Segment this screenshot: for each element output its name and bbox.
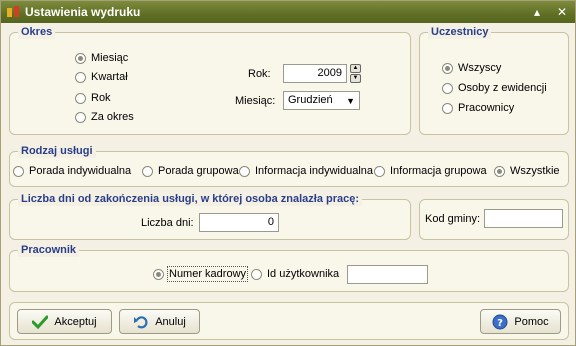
- radio-dot: [494, 165, 505, 177]
- spin-up-icon[interactable]: ▲: [350, 64, 361, 73]
- radio-label: Pracownicy: [458, 102, 515, 114]
- radio-label: Rok: [91, 92, 111, 104]
- cancel-button[interactable]: Anuluj: [119, 309, 200, 334]
- print-settings-dialog: Ustawienia wydruku ▴ ✕ Okres Miesiąc Kwa…: [0, 0, 576, 346]
- radio-rok[interactable]: Rok: [75, 92, 111, 104]
- radio-label: Wszystkie: [510, 165, 560, 177]
- kod-gminy-input[interactable]: [484, 209, 563, 228]
- radio-label: Kwartał: [91, 71, 128, 83]
- accept-label: Akceptuj: [54, 315, 97, 328]
- liczba-dni-group: Liczba dni od zakończenia usługi, w któr…: [9, 193, 411, 240]
- rodzaj-uslugi-title: Rodzaj usługi: [18, 145, 96, 158]
- radio-dot: [75, 52, 86, 64]
- radio-label: Id użytkownika: [267, 268, 340, 280]
- radio-dot: [442, 102, 453, 114]
- app-icon: [7, 6, 19, 17]
- kod-gminy-group: Kod gminy:: [419, 199, 569, 240]
- rok-input[interactable]: 2009: [283, 64, 347, 83]
- help-icon: ?: [492, 314, 508, 329]
- radio-numer-kadrowy[interactable]: Numer kadrowy: [153, 266, 249, 282]
- pracownik-input[interactable]: [347, 265, 428, 284]
- radio-id-uzytkownika[interactable]: Id użytkownika: [251, 268, 339, 280]
- title-bar: Ustawienia wydruku ▴ ✕: [1, 1, 575, 23]
- radio-dot: [75, 71, 86, 83]
- okres-title: Okres: [18, 26, 56, 39]
- radio-dot: [142, 165, 153, 177]
- undo-icon: [134, 315, 148, 328]
- liczba-dni-input[interactable]: 0: [199, 213, 279, 232]
- close-icon[interactable]: ✕: [554, 4, 570, 20]
- rodzaj-uslugi-group: Rodzaj usługi Porada indywidualna Porada…: [9, 145, 569, 187]
- liczba-dni-title: Liczba dni od zakończenia usługi, w któr…: [18, 193, 363, 206]
- cancel-label: Anuluj: [155, 315, 186, 328]
- accept-button[interactable]: Akceptuj: [17, 309, 112, 334]
- radio-dot: [153, 268, 164, 280]
- pracownik-group: Pracownik Numer kadrowy Id użytkownika: [9, 244, 569, 292]
- liczba-dni-label: Liczba dni:: [141, 217, 194, 229]
- help-button[interactable]: ? Pomoc: [480, 309, 561, 334]
- radio-dot: [442, 82, 453, 94]
- kod-gminy-label: Kod gminy:: [425, 213, 481, 225]
- uczestnicy-group: Uczestnicy Wszyscy Osoby z ewidencji Pra…: [419, 26, 569, 135]
- radio-miesiac[interactable]: Miesiąc: [75, 52, 128, 64]
- radio-label: Porada grupowa: [158, 165, 239, 177]
- radio-dot: [374, 165, 385, 177]
- radio-kwartal[interactable]: Kwartał: [75, 71, 128, 83]
- uczestnicy-title: Uczestnicy: [428, 26, 492, 39]
- help-label: Pomoc: [514, 315, 549, 328]
- radio-label: Osoby z ewidencji: [458, 82, 547, 94]
- radio-label: Za okres: [91, 111, 134, 123]
- radio-dot: [239, 165, 250, 177]
- rok-spinner[interactable]: ▲ ▼: [350, 64, 361, 83]
- radio-osoby-z-ewidencji[interactable]: Osoby z ewidencji: [442, 82, 547, 94]
- radio-dot: [75, 111, 86, 123]
- okres-group: Okres Miesiąc Kwartał Rok Za okres Rok: …: [9, 26, 411, 135]
- radio-label: Informacja grupowa: [390, 165, 487, 177]
- chevron-down-icon: ▼: [346, 96, 355, 106]
- miesiac-label: Miesiąc:: [235, 95, 276, 107]
- radio-informacja-grupowa[interactable]: Informacja grupowa: [374, 165, 487, 177]
- radio-wszyscy[interactable]: Wszyscy: [442, 62, 501, 74]
- spin-down-icon[interactable]: ▼: [350, 74, 361, 83]
- pracownik-title: Pracownik: [18, 244, 80, 257]
- minimize-icon[interactable]: ▴: [529, 4, 545, 20]
- rok-label: Rok:: [248, 68, 271, 80]
- radio-label: Miesiąc: [91, 52, 129, 64]
- radio-porada-grupowa[interactable]: Porada grupowa: [142, 165, 239, 177]
- radio-dot: [13, 165, 24, 177]
- radio-wszystkie[interactable]: Wszystkie: [494, 165, 560, 177]
- miesiac-value: Grudzień: [288, 94, 333, 106]
- radio-dot: [251, 268, 262, 280]
- radio-za-okres[interactable]: Za okres: [75, 111, 134, 123]
- window-title: Ustawienia wydruku: [25, 5, 141, 19]
- radio-pracownicy[interactable]: Pracownicy: [442, 102, 514, 114]
- checkmark-icon: [32, 315, 49, 329]
- radio-porada-indywidualna[interactable]: Porada indywidualna: [13, 165, 131, 177]
- radio-dot: [75, 92, 86, 104]
- radio-label: Numer kadrowy: [166, 266, 249, 282]
- radio-label: Wszyscy: [458, 62, 502, 74]
- radio-informacja-indywidualna[interactable]: Informacja indywidualna: [239, 165, 373, 177]
- radio-label: Porada indywidualna: [29, 165, 132, 177]
- buttons-panel: Akceptuj Anuluj ? Pomoc: [9, 302, 569, 340]
- svg-text:?: ?: [497, 318, 503, 329]
- miesiac-select[interactable]: Grudzień ▼: [283, 91, 360, 110]
- radio-label: Informacja indywidualna: [255, 165, 374, 177]
- radio-dot: [442, 62, 453, 74]
